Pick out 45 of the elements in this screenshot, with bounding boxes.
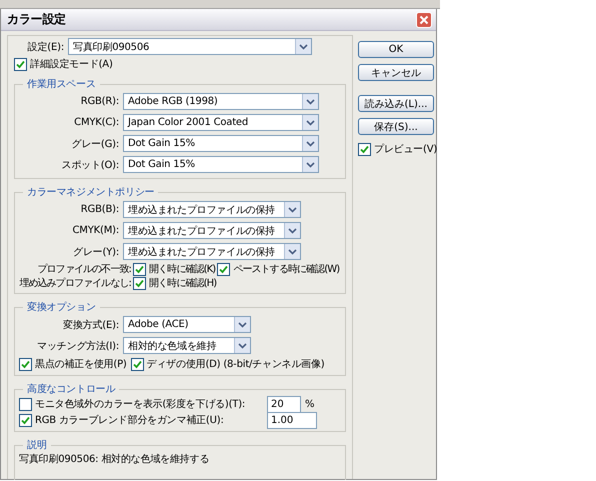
checkbox-label: プレビュー(V) <box>374 142 438 156</box>
field-label: CMYK(M): <box>72 225 119 236</box>
checkbox-label: ペーストする時に確認(W) <box>233 262 340 276</box>
checkbox-label: モニタ色域外のカラーを表示(彩度を下げる)(T): <box>35 398 246 411</box>
dropdown[interactable]: 相対的な色域を維持 <box>123 337 251 354</box>
checkbox-label: 開く時に確認(H) <box>149 276 216 290</box>
group-title: 作業用スペース <box>26 78 97 91</box>
field-label: 埋め込みプロファイルなし: <box>19 276 131 290</box>
dialog-button[interactable]: 保存(S)... <box>358 118 434 135</box>
group-title: 説明 <box>26 438 48 452</box>
field-label: グレー(G): <box>70 138 119 150</box>
field-label: RGB(R): <box>80 96 119 107</box>
dropdown[interactable]: Adobe RGB (1998) <box>123 93 319 110</box>
dropdown[interactable]: Dot Gain 15% <box>123 135 319 152</box>
unit-label: % <box>305 398 314 410</box>
group-title: カラーマネジメントポリシー <box>26 186 156 199</box>
dialog-button[interactable]: キャンセル <box>358 64 434 81</box>
dialog-button[interactable]: 読み込み(L)... <box>358 95 434 112</box>
field-label: グレー(Y): <box>72 246 119 258</box>
group-title: 変換オプション <box>26 300 97 314</box>
dropdown[interactable]: Adobe (ACE) <box>123 316 251 333</box>
dropdown[interactable]: Japan Color 2001 Coated <box>123 114 319 131</box>
dropdown[interactable]: Dot Gain 15% <box>123 156 319 173</box>
checkbox-label: ディザの使用(D) (8-bit/チャンネル画像) <box>146 358 325 371</box>
field-label: 変換方式(E): <box>62 318 119 332</box>
description-text: 写真印刷090506: 相対的な色域を維持する <box>19 454 210 465</box>
dropdown[interactable]: 埋め込まれたプロファイルの保持 <box>123 222 301 239</box>
field-label: RGB(B): <box>80 204 119 215</box>
window-title: カラー設定 <box>7 11 66 28</box>
dropdown[interactable]: 写真印刷090506 <box>68 38 312 55</box>
checkbox-label: RGB カラーブレンド部分をガンマ補正(U): <box>35 414 224 427</box>
field-label: 設定(E): <box>26 40 64 54</box>
field-label: スポット(O): <box>60 158 119 172</box>
field-label: プロファイルの不一致: <box>36 262 131 276</box>
dropdown[interactable]: 埋め込まれたプロファイルの保持 <box>123 243 301 260</box>
input-field[interactable]: 20 <box>267 396 301 412</box>
dropdown[interactable]: 埋め込まれたプロファイルの保持 <box>123 201 301 218</box>
dialog-button[interactable]: OK <box>358 41 434 58</box>
input-field[interactable]: 1.00 <box>267 412 317 428</box>
checkbox-label: 黒点の補正を使用(P) <box>35 358 127 371</box>
field-label: マッチング方法(I): <box>36 340 119 352</box>
group-title: 高度なコントロール <box>26 382 116 396</box>
checkbox-label: 開く時に確認(K) <box>149 262 216 276</box>
field-label: CMYK(C): <box>73 117 119 128</box>
checkbox-label: 詳細設定モード(A) <box>30 58 113 71</box>
